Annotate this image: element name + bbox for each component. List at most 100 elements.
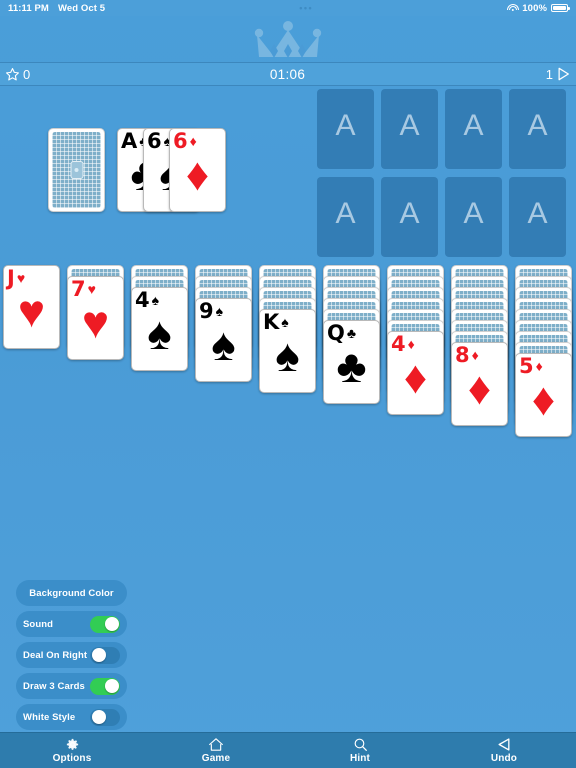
clock-time: 11:11 PM <box>8 2 49 14</box>
toggle-knob <box>104 617 119 631</box>
background-color-label: Background Color <box>29 587 114 599</box>
battery-percent-label: 100% <box>522 2 547 14</box>
foundation-8[interactable]: A <box>509 177 566 257</box>
setting-row-sound[interactable]: Sound <box>16 611 127 637</box>
foundation-6[interactable]: A <box>381 177 438 257</box>
setting-label: Draw 3 Cards <box>23 680 85 692</box>
tableau-9-top-card[interactable]: 5 ♦ ♦ <box>515 353 572 437</box>
passes-group: 1 <box>450 67 576 82</box>
foundation-placeholder: A <box>527 109 548 142</box>
setting-toggle[interactable] <box>90 646 120 664</box>
toolbar-item-game[interactable]: Game <box>144 733 288 768</box>
setting-row-draw-3-cards[interactable]: Draw 3 Cards <box>16 673 127 699</box>
card-suit-small: ♦ <box>471 347 479 363</box>
card-suit-small: ♠ <box>215 303 224 319</box>
card-suit-large: ♣ <box>336 340 367 392</box>
clock-date: Wed Oct 5 <box>57 2 106 14</box>
gear-icon <box>65 737 80 752</box>
toolbar-item-options[interactable]: Options <box>0 733 144 768</box>
foundation-1[interactable]: A <box>317 89 374 169</box>
star-icon <box>6 67 19 80</box>
waste-card-3[interactable]: 6 ♦ ♦ <box>169 128 226 212</box>
setting-toggle[interactable] <box>90 708 120 726</box>
toolbar-label-game: Game <box>201 753 231 764</box>
magnifier-icon <box>353 737 368 752</box>
card-suit-small: ♠ <box>281 314 289 330</box>
stock-pile[interactable] <box>48 128 105 212</box>
toggle-knob <box>91 710 106 724</box>
tableau-2-top-card[interactable]: 7 ♥ ♥ <box>67 276 124 360</box>
toolbar-item-hint[interactable]: Hint <box>288 733 432 768</box>
card-suit-small: ♦ <box>535 358 543 374</box>
background-color-button[interactable]: Background Color <box>16 580 127 606</box>
tableau-8-top-card[interactable]: 8 ♦ ♦ <box>451 342 508 426</box>
card-suit-small: ♣ <box>346 325 357 341</box>
bottom-toolbar: Options Game Hint Undo <box>0 732 576 768</box>
toolbar-label-hint: Hint <box>349 753 371 764</box>
status-bar-left: 11:11 PM Wed Oct 5 <box>0 3 105 14</box>
battery-icon <box>551 4 570 12</box>
timer-value: 01:06 <box>269 66 306 82</box>
crown-watermark <box>0 16 576 62</box>
score-group: 0 <box>0 67 125 82</box>
wifi-icon <box>506 3 519 13</box>
status-bar-right: 100% <box>506 2 576 14</box>
card-suit-small: ♠ <box>151 292 160 308</box>
card-suit-large: ♦ <box>467 362 492 414</box>
tableau-6-top-card[interactable]: Q ♣ ♣ <box>323 320 380 404</box>
toggle-knob <box>104 679 119 693</box>
toolbar-label-options: Options <box>52 753 92 764</box>
score-value: 0 <box>23 66 31 82</box>
setting-toggle[interactable] <box>90 615 120 633</box>
home-icon <box>208 737 224 752</box>
foundation-5[interactable]: A <box>317 177 374 257</box>
ios-status-bar: 11:11 PM Wed Oct 5 ••• 100% <box>0 0 576 16</box>
foundation-placeholder: A <box>463 197 484 230</box>
setting-row-deal-on-right[interactable]: Deal On Right <box>16 642 127 668</box>
tableau-5-top-card[interactable]: K ♠ ♠ <box>259 309 316 393</box>
foundation-placeholder: A <box>335 109 356 142</box>
foundation-3[interactable]: A <box>445 89 502 169</box>
solitaire-app: 11:11 PM Wed Oct 5 ••• 100% 0 01:06 1 A … <box>0 0 576 768</box>
setting-toggle[interactable] <box>90 677 120 695</box>
more-dots-icon: ••• <box>299 3 314 13</box>
tableau-1-top-card[interactable]: J ♥ ♥ <box>3 265 60 349</box>
card-suit-small: ♦ <box>407 336 415 352</box>
card-suit-small: ♦ <box>189 133 197 149</box>
foundation-2[interactable]: A <box>381 89 438 169</box>
play-triangle-icon[interactable] <box>557 67 570 81</box>
card-suit-small: ♥ <box>87 281 96 297</box>
status-bar-center: ••• <box>105 3 507 13</box>
card-back-pattern <box>52 132 101 208</box>
card-rank: J <box>7 266 15 290</box>
passes-value: 1 <box>545 66 553 82</box>
game-info-bar: 0 01:06 1 <box>0 62 576 86</box>
tableau-3-top-card[interactable]: 4 ♠ ♠ <box>131 287 188 371</box>
card-suit-large: ♦ <box>185 148 210 200</box>
tableau-7-top-card[interactable]: 4 ♦ ♦ <box>387 331 444 415</box>
toolbar-item-undo[interactable]: Undo <box>432 733 576 768</box>
card-suit-large: ♦ <box>531 373 556 425</box>
card-suit-large: ♦ <box>403 351 428 403</box>
foundation-placeholder: A <box>527 197 548 230</box>
foundation-placeholder: A <box>335 197 356 230</box>
settings-panel: Background Color Sound Deal On Right Draw … <box>16 580 127 735</box>
setting-label: Deal On Right <box>23 649 88 661</box>
undo-triangle-icon <box>497 737 511 752</box>
card-suit-large: ♠ <box>211 318 236 370</box>
tableau-4-top-card[interactable]: 9 ♠ ♠ <box>195 298 252 382</box>
toolbar-label-undo: Undo <box>490 753 518 764</box>
setting-row-white-style[interactable]: White Style <box>16 704 127 730</box>
crown-icon <box>254 21 322 58</box>
setting-label: White Style <box>23 711 76 723</box>
foundation-placeholder: A <box>399 197 420 230</box>
card-suit-large: ♠ <box>275 329 300 381</box>
card-suit-large: ♥ <box>81 296 110 348</box>
card-suit-large: ♠ <box>147 307 172 359</box>
toggle-knob <box>91 648 106 662</box>
foundation-placeholder: A <box>463 109 484 142</box>
foundation-7[interactable]: A <box>445 177 502 257</box>
foundation-4[interactable]: A <box>509 89 566 169</box>
card-back-emblem <box>70 161 83 179</box>
foundation-placeholder: A <box>399 109 420 142</box>
